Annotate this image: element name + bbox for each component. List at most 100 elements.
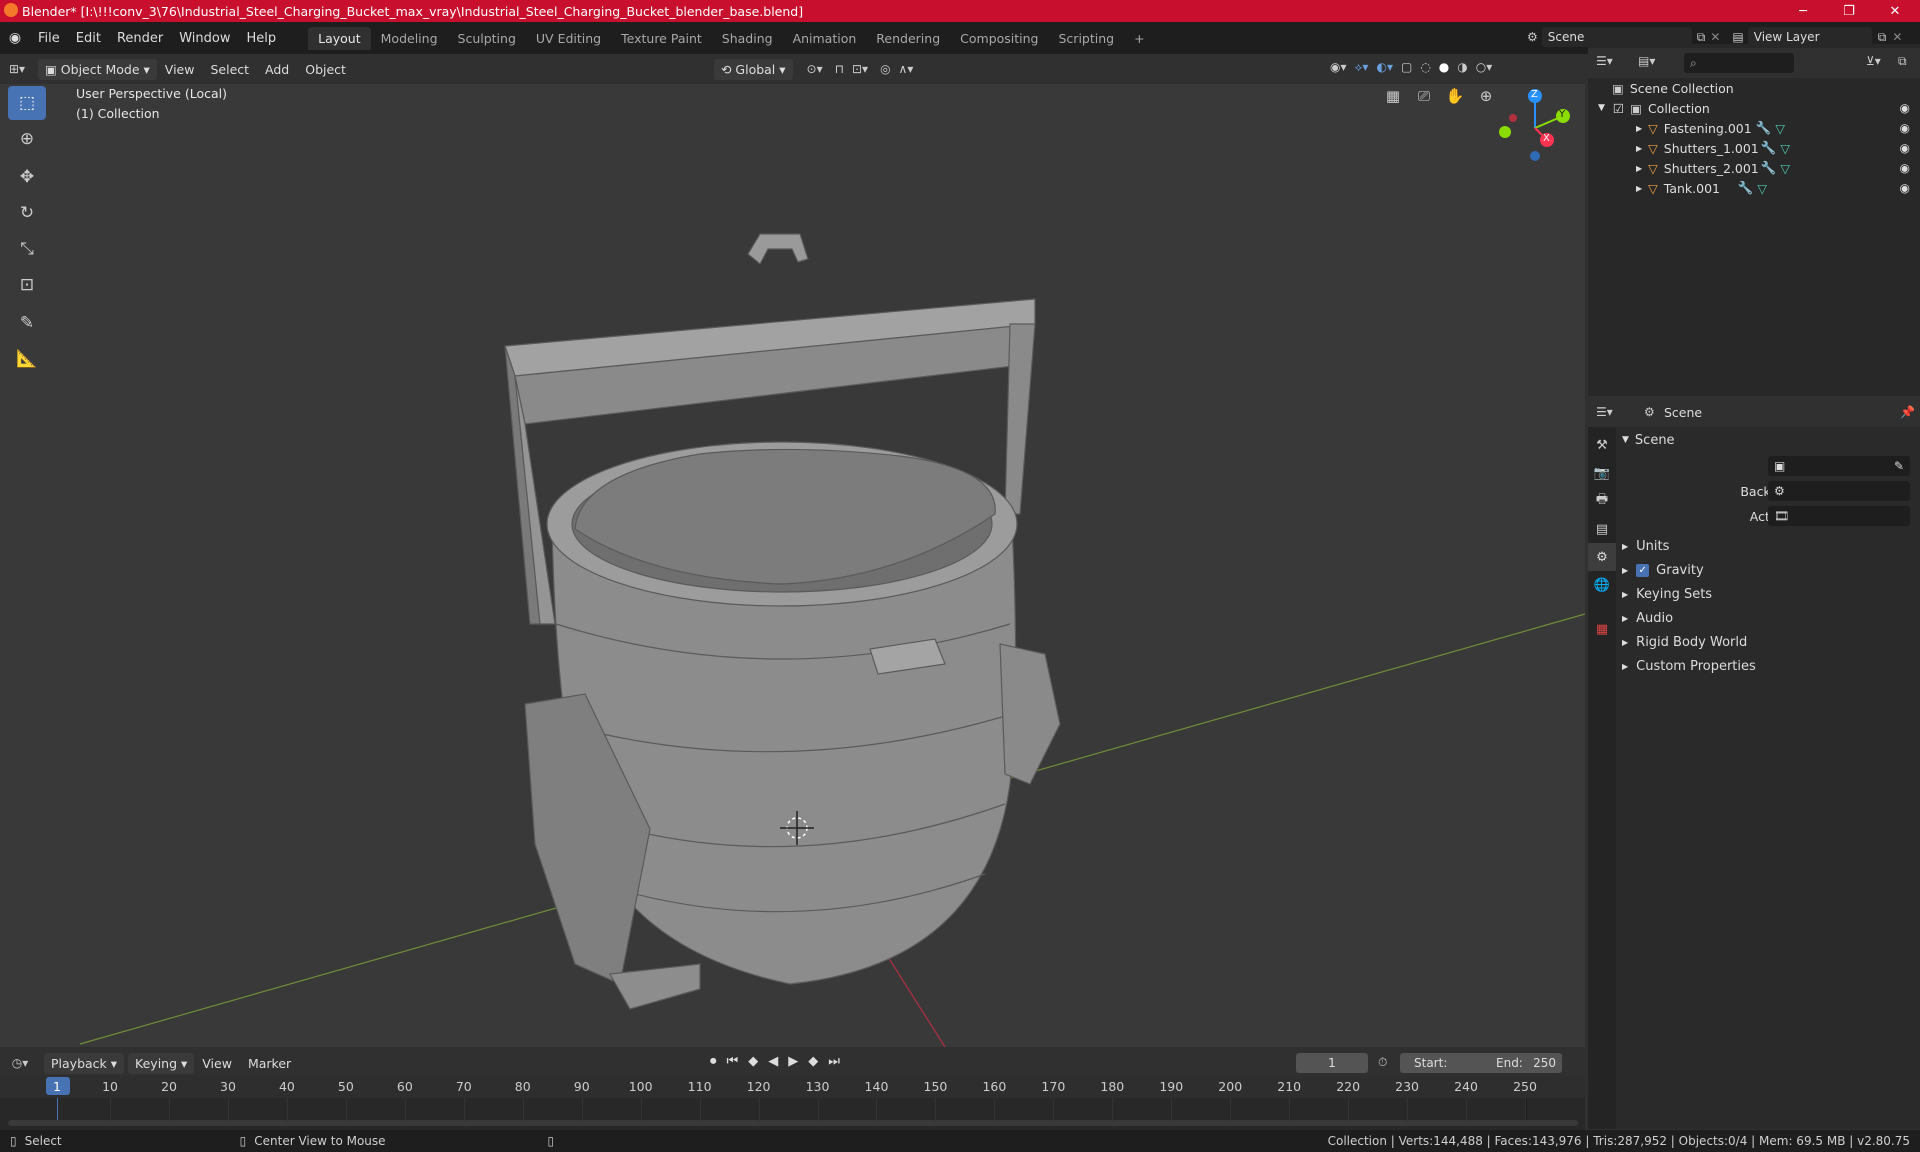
menu-edit[interactable]: Edit bbox=[68, 31, 109, 46]
play-icon[interactable]: ▶ bbox=[788, 1054, 798, 1069]
expand-arrow-icon[interactable]: ▶ bbox=[1636, 164, 1642, 173]
tab-shading[interactable]: Shading bbox=[712, 27, 783, 50]
section-custom-properties[interactable]: ▶ Custom Properties bbox=[1622, 655, 1914, 677]
rendered-shading-icon[interactable]: ○▾ bbox=[1476, 60, 1493, 75]
tab-uv-editing[interactable]: UV Editing bbox=[526, 27, 611, 50]
new-view-layer-icon[interactable]: ⧉ bbox=[1878, 30, 1887, 45]
maximize-button[interactable]: ❐ bbox=[1826, 0, 1872, 22]
delete-scene-icon[interactable]: ✕ bbox=[1710, 30, 1720, 44]
current-frame-field[interactable]: 1 bbox=[1296, 1053, 1368, 1073]
display-mode-icon[interactable]: ▤▾ bbox=[1638, 54, 1655, 68]
keying-dropdown[interactable]: Keying ▾ bbox=[128, 1052, 195, 1074]
menu-file[interactable]: File bbox=[30, 31, 68, 46]
minimize-button[interactable]: ─ bbox=[1780, 0, 1826, 22]
outliner-editor-type-icon[interactable]: ☰▾ bbox=[1596, 54, 1613, 68]
editor-type-icon[interactable]: ⊞▾ bbox=[0, 62, 34, 76]
transform-orientation-dropdown[interactable]: ⟲ Global ▾ bbox=[713, 58, 793, 80]
tree-row-object[interactable]: ▶ ▽ Fastening.001 🔧 ▽ ◉ bbox=[1588, 118, 1920, 138]
gizmo-toggle-icon[interactable]: ⟡▾ bbox=[1355, 60, 1369, 75]
proportional-edit-icon[interactable]: ◎ bbox=[880, 62, 890, 76]
visibility-icon[interactable]: ◉▾ bbox=[1330, 60, 1347, 75]
rotate-tool-icon[interactable]: ↻ bbox=[8, 196, 46, 230]
output-tab-icon[interactable]: 🖶 bbox=[1588, 487, 1616, 515]
section-rigid-body-world[interactable]: ▶ Rigid Body World bbox=[1622, 631, 1914, 653]
texture-tab-icon[interactable]: ▦ bbox=[1588, 615, 1616, 643]
visibility-eye-icon[interactable]: ◉ bbox=[1900, 121, 1910, 135]
3d-viewport[interactable]: User Perspective (Local) (1) Collection … bbox=[0, 84, 1585, 1047]
visibility-eye-icon[interactable]: ◉ bbox=[1900, 181, 1910, 195]
timeline-editor-type-icon[interactable]: ◷▾ bbox=[0, 1056, 40, 1070]
menu-view[interactable]: View bbox=[157, 62, 203, 77]
tab-animation[interactable]: Animation bbox=[783, 27, 867, 50]
solid-shading-icon[interactable]: ● bbox=[1439, 60, 1449, 75]
falloff-icon[interactable]: ∧▾ bbox=[899, 62, 914, 76]
mesh-data-icon[interactable]: ▽ bbox=[1780, 141, 1790, 156]
wireframe-shading-icon[interactable]: ◌ bbox=[1420, 60, 1430, 75]
background-scene-field[interactable]: ⚙ bbox=[1768, 481, 1910, 501]
menu-object[interactable]: Object bbox=[297, 62, 354, 77]
jump-start-icon[interactable]: ⏮ bbox=[727, 1054, 739, 1069]
tool-tab-icon[interactable]: ⚒ bbox=[1588, 431, 1616, 459]
modifier-wrench-icon[interactable]: 🔧 bbox=[1761, 160, 1777, 176]
collection-checkbox[interactable]: ☑ bbox=[1613, 101, 1624, 116]
section-gravity[interactable]: ▶ ✓ Gravity bbox=[1622, 559, 1914, 581]
close-button[interactable]: ✕ bbox=[1872, 0, 1918, 22]
properties-editor-type-icon[interactable]: ☰▾ bbox=[1596, 405, 1613, 419]
next-keyframe-icon[interactable]: ◆ bbox=[808, 1054, 818, 1069]
scene-panel-header[interactable]: ▼ Scene bbox=[1622, 429, 1914, 451]
expand-arrow-icon[interactable]: ▶ bbox=[1636, 124, 1642, 133]
world-tab-icon[interactable]: 🌐 bbox=[1588, 571, 1616, 599]
tab-texture-paint[interactable]: Texture Paint bbox=[611, 27, 712, 50]
visibility-eye-icon[interactable]: ◉ bbox=[1900, 161, 1910, 175]
xray-icon[interactable]: ▢ bbox=[1401, 60, 1412, 75]
expand-arrow-icon[interactable]: ▶ bbox=[1636, 144, 1642, 153]
tab-compositing[interactable]: Compositing bbox=[950, 27, 1048, 50]
tab-sculpting[interactable]: Sculpting bbox=[448, 27, 526, 50]
tree-row-object[interactable]: ▶ ▽ Tank.001 🔧 ▽ ◉ bbox=[1588, 178, 1920, 198]
view-layer-icon[interactable]: ▤ bbox=[1732, 30, 1743, 44]
scene-icon[interactable]: ⚙ bbox=[1527, 30, 1538, 44]
menu-window[interactable]: Window bbox=[171, 31, 238, 46]
tab-rendering[interactable]: Rendering bbox=[866, 27, 950, 50]
transform-tool-icon[interactable]: ⊡ bbox=[8, 268, 46, 302]
section-keying-sets[interactable]: ▶ Keying Sets bbox=[1622, 583, 1914, 605]
tab-scripting[interactable]: Scripting bbox=[1049, 27, 1125, 50]
tree-row-collection[interactable]: ▼ ☑ ▣ Collection ◉ bbox=[1588, 98, 1920, 118]
menu-select[interactable]: Select bbox=[202, 62, 257, 77]
jump-end-icon[interactable]: ⏭ bbox=[828, 1054, 840, 1069]
prev-keyframe-icon[interactable]: ◆ bbox=[748, 1054, 758, 1069]
move-tool-icon[interactable]: ✥ bbox=[8, 160, 46, 194]
mesh-data-icon[interactable]: ▽ bbox=[1780, 161, 1790, 176]
scene-tab-icon[interactable]: ⚙ bbox=[1588, 543, 1616, 571]
snap-target-icon[interactable]: ⊡▾ bbox=[852, 62, 868, 76]
tree-row-object[interactable]: ▶ ▽ Shutters_1.001 🔧 ▽ ◉ bbox=[1588, 138, 1920, 158]
record-icon[interactable]: ⏺ bbox=[710, 1054, 717, 1069]
tree-row-scene-collection[interactable]: ▣ Scene Collection bbox=[1588, 78, 1920, 98]
select-box-tool-icon[interactable]: ⬚ bbox=[8, 86, 46, 120]
end-frame-field[interactable]: End: 250 bbox=[1490, 1053, 1562, 1073]
blender-menu-icon[interactable]: ◉ bbox=[0, 30, 30, 46]
playback-dropdown[interactable]: Playback ▾ bbox=[44, 1052, 125, 1074]
play-reverse-icon[interactable]: ◀ bbox=[768, 1054, 778, 1069]
visibility-eye-icon[interactable]: ◉ bbox=[1900, 141, 1910, 155]
view-layer-tab-icon[interactable]: ▤ bbox=[1588, 515, 1616, 543]
outliner-search-input[interactable]: ⌕ bbox=[1684, 53, 1794, 73]
tab-modeling[interactable]: Modeling bbox=[371, 27, 448, 50]
section-units[interactable]: ▶ Units bbox=[1622, 535, 1914, 557]
mesh-data-icon[interactable]: ▽ bbox=[1775, 121, 1785, 136]
cursor-tool-icon[interactable]: ⊕ bbox=[8, 122, 46, 156]
scale-tool-icon[interactable]: ⤡ bbox=[8, 232, 46, 266]
modifier-wrench-icon[interactable]: 🔧 bbox=[1756, 120, 1772, 136]
material-shading-icon[interactable]: ◑ bbox=[1457, 60, 1467, 75]
section-audio[interactable]: ▶ Audio bbox=[1622, 607, 1914, 629]
navigation-gizmo[interactable]: Z Y X bbox=[1495, 84, 1575, 164]
active-movie-clip-field[interactable]: 🎞 bbox=[1768, 506, 1910, 526]
gravity-checkbox[interactable]: ✓ bbox=[1636, 563, 1650, 577]
menu-add[interactable]: Add bbox=[257, 62, 297, 77]
visibility-eye-icon[interactable]: ◉ bbox=[1900, 101, 1910, 115]
render-tab-icon[interactable]: 📷 bbox=[1588, 459, 1616, 487]
add-workspace-button[interactable]: + bbox=[1124, 27, 1154, 50]
timeline-menu-marker[interactable]: Marker bbox=[240, 1056, 299, 1071]
menu-help[interactable]: Help bbox=[239, 31, 285, 46]
eyedropper-icon[interactable]: ✎ bbox=[1894, 459, 1904, 473]
